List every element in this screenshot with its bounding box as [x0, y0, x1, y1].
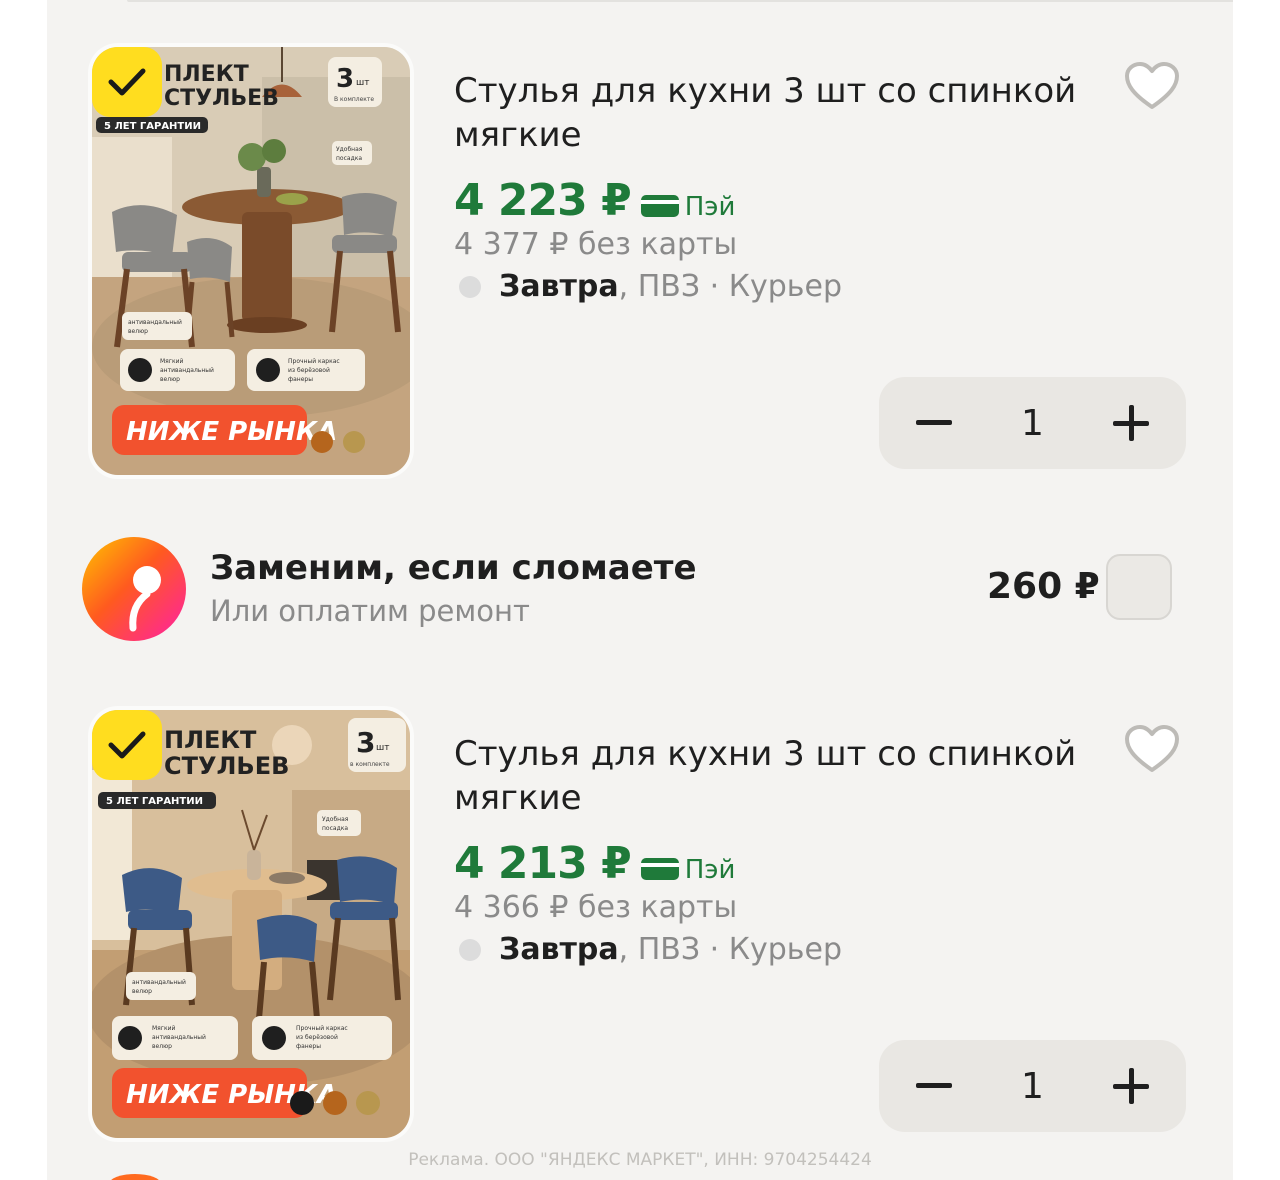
divider [127, 0, 1233, 2]
image-feature2-1: Прочный каркас [288, 358, 340, 365]
pay-label: Пэй [684, 192, 736, 222]
price-without-card: 4 366 ₽ без карты [454, 890, 738, 925]
product-image[interactable]: ПЛЕКТ СТУЛЬЕВ 5 ЛЕТ ГАРАНТИИ 3 шт В комп… [92, 47, 410, 475]
delivery-date: Завтра [499, 269, 619, 304]
promo-label: НИЖЕ РЫНКА [126, 417, 337, 447]
image-tag-fit-1: Удобная [336, 146, 363, 153]
selected-checkbox[interactable] [92, 710, 162, 780]
image-tag-fabric-2: велюр [132, 988, 152, 995]
pay-card-icon [640, 858, 679, 880]
product-title[interactable]: Стулья для кухни 3 шт со спинкой мягкие [454, 732, 1094, 820]
image-feature1-3: велюр [160, 376, 180, 383]
image-headline-1: ПЛЕКТ [164, 726, 257, 754]
product-title[interactable]: Стулья для кухни 3 шт со спинкой мягкие [454, 69, 1094, 157]
image-feature1-2: антивандальный [160, 367, 214, 374]
next-item-peek [109, 1174, 161, 1180]
pay-card-icon [640, 195, 679, 217]
price-value: 4 213 ₽ [454, 838, 632, 889]
image-tag-fabric-2: велюр [128, 328, 148, 335]
cart-item: ПЛЕКТ СТУЛЬЕВ 5 ЛЕТ ГАРАНТИИ 3 шт в комп… [47, 710, 1233, 1150]
favorite-heart-icon[interactable] [1123, 61, 1181, 113]
pay-label: Пэй [684, 855, 736, 885]
image-count-sub: В комплекте [334, 96, 374, 103]
insurance-subtitle: Или оплатим ремонт [210, 594, 530, 628]
delivery-methods: , ПВЗ · Курьер [618, 932, 842, 967]
increase-button[interactable] [1106, 1061, 1156, 1111]
delivery-date: Завтра [499, 932, 619, 967]
quantity-stepper: 1 [879, 1040, 1186, 1132]
quantity-value: 1 [1021, 402, 1044, 444]
image-tag-fabric-1: антивандальный [132, 979, 186, 986]
image-tag-fit-2: посадка [322, 825, 348, 832]
image-count-sub: в комплекте [350, 761, 390, 768]
checkmark-icon [108, 68, 146, 96]
image-feature2-3: фанеры [296, 1043, 321, 1050]
checkmark-icon [108, 731, 146, 759]
price-with-card: 4 213 ₽ Пэй [454, 838, 735, 889]
image-tag-fabric-1: антивандальный [128, 319, 182, 326]
delivery-info: Завтра , ПВЗ · Курьер [459, 269, 842, 304]
image-count-unit: шт [356, 78, 369, 88]
image-feature1-3: велюр [152, 1043, 172, 1050]
delivery-methods: , ПВЗ · Курьер [618, 269, 842, 304]
image-headline-2: СТУЛЬЕВ [164, 86, 279, 111]
plus-icon [1113, 405, 1149, 441]
quantity-stepper: 1 [879, 377, 1186, 469]
price-without-card: 4 377 ₽ без карты [454, 227, 738, 262]
ad-disclaimer: Реклама. ООО "ЯНДЕКС МАРКЕТ", ИНН: 97042… [408, 1150, 872, 1170]
cart-page: ПЛЕКТ СТУЛЬЕВ 5 ЛЕТ ГАРАНТИИ 3 шт В комп… [47, 0, 1233, 1180]
image-feature2-3: фанеры [288, 376, 313, 383]
decrease-button[interactable] [909, 398, 959, 448]
image-feature2-1: Прочный каркас [296, 1025, 348, 1032]
image-feature2-2: из берёзовой [288, 367, 330, 374]
decrease-button[interactable] [909, 1061, 959, 1111]
image-count: 3 [356, 726, 375, 759]
image-feature1-1: Мягкий [152, 1025, 175, 1032]
image-count-unit: шт [376, 743, 389, 753]
image-feature1-1: Мягкий [160, 358, 183, 365]
image-headline-2: СТУЛЬЕВ [164, 752, 289, 780]
favorite-heart-icon[interactable] [1123, 724, 1181, 776]
price-with-card: 4 223 ₽ Пэй [454, 175, 735, 226]
minus-icon [916, 1083, 952, 1088]
increase-button[interactable] [1106, 398, 1156, 448]
delivery-status-dot [459, 938, 481, 961]
insurance-option: Заменим, если сломаете Или оплатим ремон… [47, 530, 1233, 650]
image-count: 3 [336, 64, 354, 94]
delivery-status-dot [459, 275, 481, 298]
plus-icon [1113, 1068, 1149, 1104]
image-tag-fit-1: Удобная [322, 816, 349, 823]
image-warranty: 5 ЛЕТ ГАРАНТИИ [106, 796, 203, 807]
insurance-price: 260 ₽ [987, 566, 1100, 607]
product-image[interactable]: ПЛЕКТ СТУЛЬЕВ 5 ЛЕТ ГАРАНТИИ 3 шт в комп… [92, 710, 410, 1138]
insurance-logo-icon [82, 537, 186, 641]
image-tag-fit-2: посадка [336, 155, 362, 162]
insurance-checkbox[interactable] [1106, 554, 1172, 620]
cart-item: ПЛЕКТ СТУЛЬЕВ 5 ЛЕТ ГАРАНТИИ 3 шт В комп… [47, 47, 1233, 487]
price-value: 4 223 ₽ [454, 175, 632, 226]
image-warranty: 5 ЛЕТ ГАРАНТИИ [104, 121, 201, 132]
minus-icon [916, 420, 952, 425]
delivery-info: Завтра , ПВЗ · Курьер [459, 932, 842, 967]
image-feature2-2: из берёзовой [296, 1034, 338, 1041]
image-headline-1: ПЛЕКТ [164, 62, 249, 87]
quantity-value: 1 [1021, 1065, 1044, 1107]
selected-checkbox[interactable] [92, 47, 162, 117]
image-feature1-2: антивандальный [152, 1034, 206, 1041]
insurance-title: Заменим, если сломаете [210, 548, 697, 588]
